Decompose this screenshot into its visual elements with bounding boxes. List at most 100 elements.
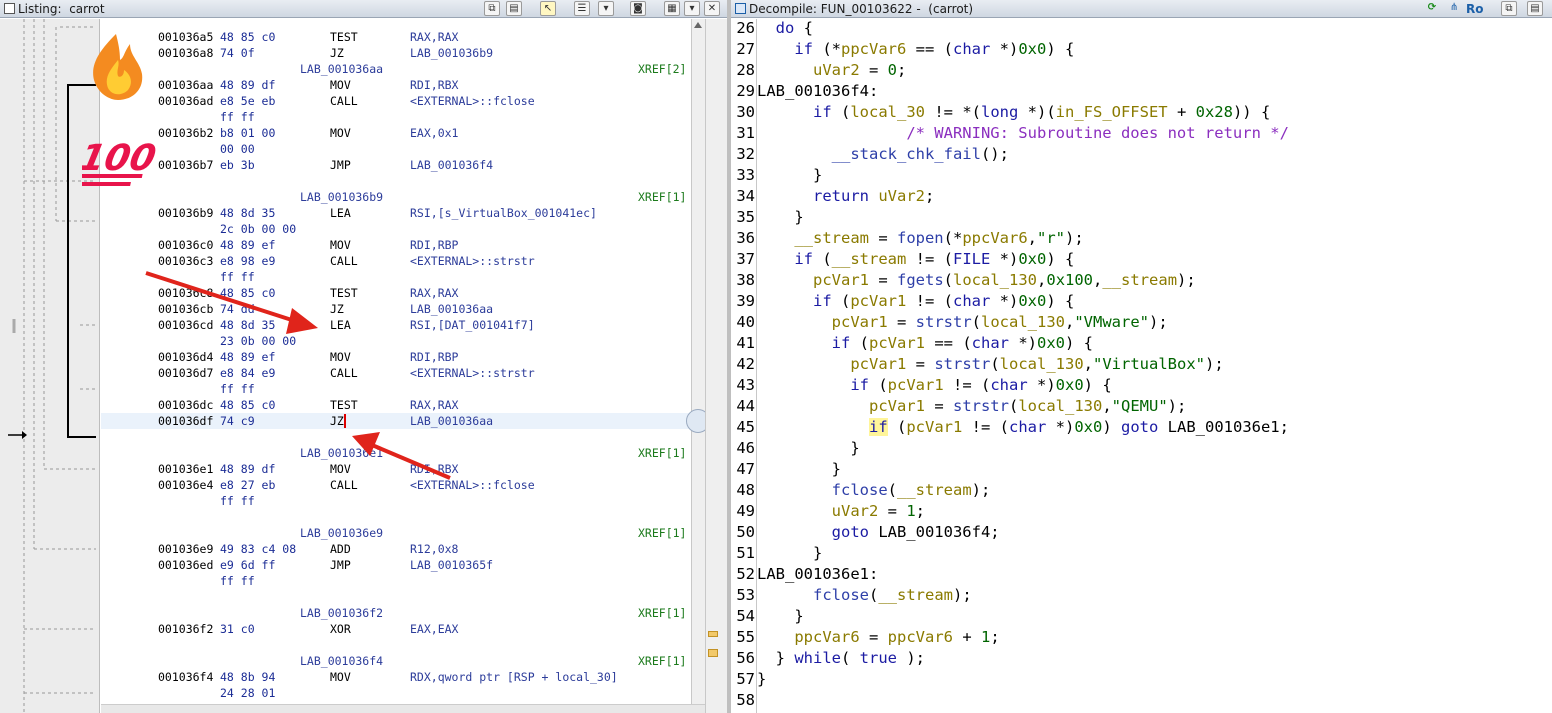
operand[interactable]: LAB_001036aa [410,301,493,317]
code-label[interactable]: LAB_001036b9 [300,189,383,205]
instruction-row[interactable]: ff ff [101,381,691,397]
instruction-row[interactable]: 001036a5 48 85 c0 TEST RAX,RAX [101,29,691,45]
instruction-row[interactable] [101,637,691,653]
read-only-label[interactable]: Ro [1466,0,1483,18]
code-label[interactable]: LAB_001036f2 [300,605,383,621]
decompile-code-view[interactable]: 26 do {27 if (*ppcVar6 == (char *)0x0) {… [731,19,1552,713]
code-line[interactable]: pcVar1 = strstr(local_130,"QEMU"); [757,396,1186,417]
code-line[interactable]: /* WARNING: Subroutine does not return *… [757,123,1289,144]
label-row[interactable]: LAB_001036f4 XREF[1] [101,653,691,669]
code-line[interactable]: if (__stream != (FILE *)0x0) { [757,249,1074,270]
export-icon[interactable]: ⧉ [1501,1,1517,16]
instruction-row[interactable]: 001036ad e8 5e eb CALL <EXTERNAL>::fclose [101,93,691,109]
instruction-row[interactable]: 001036f2 31 c0 XOR EAX,EAX [101,621,691,637]
instruction-row[interactable]: 001036dc 48 85 c0 TEST RAX,RAX [101,397,691,413]
code-line[interactable]: ppcVar6 = ppcVar6 + 1; [757,627,999,648]
code-line[interactable]: fclose(__stream); [757,585,972,606]
code-line[interactable]: __stack_chk_fail(); [757,144,1009,165]
code-line[interactable]: uVar2 = 0; [757,60,906,81]
code-line[interactable]: } [757,669,766,690]
label-row[interactable]: LAB_001036e9 XREF[1] [101,525,691,541]
graph-icon[interactable]: ⋔ [1446,1,1462,16]
close-icon[interactable]: ✕ [704,1,720,16]
instruction-row[interactable]: 001036d4 48 89 ef MOV RDI,RBP [101,349,691,365]
operand[interactable]: <EXTERNAL>::strstr [410,365,535,381]
operand[interactable]: EAX,EAX [410,621,458,637]
menu-chevron-icon[interactable]: ▾ [684,1,700,16]
instruction-row[interactable]: ff ff [101,109,691,125]
listing-vertical-scrollbar[interactable] [686,19,710,704]
scroll-up-icon[interactable] [694,22,702,28]
operand[interactable]: EAX,0x1 [410,125,458,141]
instruction-row[interactable]: 001036d7 e8 84 e9 CALL <EXTERNAL>::strstr [101,365,691,381]
code-line[interactable]: return uVar2; [757,186,934,207]
instruction-row[interactable]: ff ff [101,493,691,509]
operand[interactable]: RAX,RAX [410,397,458,413]
label-row[interactable]: LAB_001036b9 XREF[1] [101,189,691,205]
code-line[interactable]: } [757,207,803,228]
instruction-row[interactable]: 001036df 74 c9 JZ LAB_001036aa [101,413,691,429]
instruction-row[interactable]: 001036e1 48 89 df MOV RDI,RBX [101,461,691,477]
code-label[interactable]: LAB_001036aa [300,61,383,77]
operand[interactable]: LAB_0010365f [410,557,493,573]
instruction-row[interactable]: 001036f4 48 8b 94 MOV RDX,qword ptr [RSP + … [101,669,691,685]
code-line[interactable]: uVar2 = 1; [757,501,925,522]
operand[interactable]: RSI,[DAT_001041f7] [410,317,535,333]
code-line[interactable]: } [757,543,822,564]
code-line[interactable]: pcVar1 = strstr(local_130,"VMware"); [757,312,1168,333]
instruction-row[interactable] [101,173,691,189]
instruction-row[interactable]: 24 28 01 [101,685,691,701]
code-label[interactable]: LAB_001036e1 [300,445,383,461]
code-line[interactable]: if (local_30 != *(long *)(in_FS_OFFSET +… [757,102,1270,123]
instruction-row[interactable]: 001036ed e9 6d ff JMP LAB_0010365f [101,557,691,573]
instruction-row[interactable]: 001036b7 eb 3b JMP LAB_001036f4 [101,157,691,173]
instruction-row[interactable]: 001036cd 48 8d 35 LEA RSI,[DAT_001041f7] [101,317,691,333]
operand[interactable]: RSI,[s_VirtualBox_001041ec] [410,205,597,221]
options-icon[interactable]: ▦ [664,1,680,16]
code-line[interactable]: if (*ppcVar6 == (char *)0x0) { [757,39,1074,60]
instruction-row[interactable]: 001036e9 49 83 c4 08 ADD R12,0x8 [101,541,691,557]
operand[interactable]: LAB_001036aa [410,413,493,429]
operand[interactable]: RAX,RAX [410,285,458,301]
code-line[interactable]: goto LAB_001036f4; [757,522,1000,543]
instruction-row[interactable]: 001036c0 48 89 ef MOV RDI,RBP [101,237,691,253]
code-line[interactable]: if (pcVar1 != (char *)0x0) goto LAB_0010… [757,417,1289,438]
instruction-row[interactable]: 001036cb 74 dd JZ LAB_001036aa [101,301,691,317]
code-line[interactable]: } [757,165,822,186]
instruction-row[interactable]: 001036a8 74 0f JZ LAB_001036b9 [101,45,691,61]
copy-icon[interactable]: ▤ [1527,1,1543,16]
code-line[interactable]: __stream = fopen(*ppcVar6,"r"); [757,228,1083,249]
instruction-row[interactable]: 001036aa 48 89 df MOV RDI,RBX [101,77,691,93]
operand[interactable]: <EXTERNAL>::fclose [410,477,535,493]
instruction-row[interactable]: 001036c8 48 85 c0 TEST RAX,RAX [101,285,691,301]
code-line[interactable]: if (pcVar1 != (char *)0x0) { [757,291,1074,312]
operand[interactable]: RDI,RBX [410,461,458,477]
code-line[interactable]: LAB_001036e1: [757,564,878,585]
operand[interactable]: R12,0x8 [410,541,458,557]
copy-icon[interactable]: ⧉ [484,1,500,16]
instruction-row[interactable]: ff ff [101,573,691,589]
operand[interactable]: <EXTERNAL>::fclose [410,93,535,109]
code-line[interactable]: do { [757,18,813,39]
instruction-row[interactable] [101,509,691,525]
code-line[interactable]: pcVar1 = fgets(local_130,0x100,__stream)… [757,270,1196,291]
operand[interactable]: RDI,RBP [410,349,458,365]
instruction-row[interactable]: 001036b2 b8 01 00 MOV EAX,0x1 [101,125,691,141]
instruction-row[interactable]: 001036b9 48 8d 35 LEA RSI,[s_VirtualBox_001… [101,205,691,221]
label-row[interactable]: LAB_001036f2 XREF[1] [101,605,691,621]
instruction-row[interactable]: 001036c3 e8 98 e9 CALL <EXTERNAL>::strstr [101,253,691,269]
instruction-row[interactable] [101,589,691,605]
operand[interactable]: RDI,RBX [410,77,458,93]
format-icon[interactable]: ☰ [574,1,590,16]
code-line[interactable]: pcVar1 = strstr(local_130,"VirtualBox"); [757,354,1223,375]
code-line[interactable]: } while( true ); [757,648,925,669]
listing-code-view[interactable]: 001036a5 48 85 c0 TEST RAX,RAX 001036a8 74 0f… [101,19,691,704]
instruction-row[interactable]: 2c 0b 00 00 [101,221,691,237]
code-line[interactable]: } [757,606,803,627]
code-label[interactable]: LAB_001036e9 [300,525,383,541]
code-line[interactable]: LAB_001036f4: [757,81,878,102]
instruction-row[interactable]: ff ff [101,269,691,285]
code-line[interactable]: if (pcVar1 != (char *)0x0) { [757,375,1111,396]
operand[interactable]: LAB_001036b9 [410,45,493,61]
instruction-row[interactable]: 00 00 [101,141,691,157]
